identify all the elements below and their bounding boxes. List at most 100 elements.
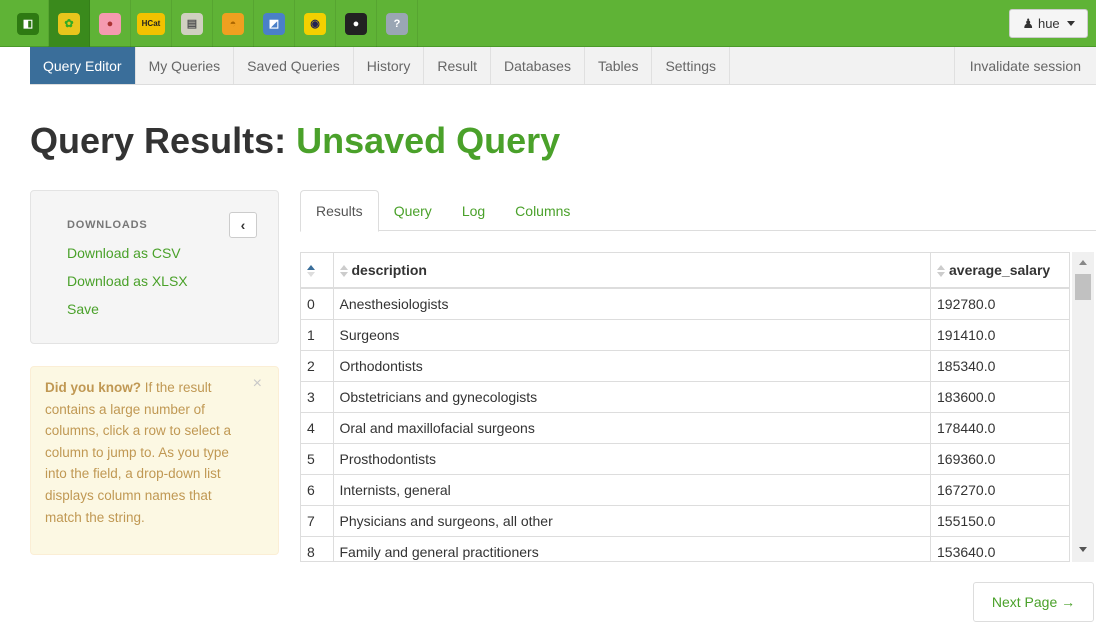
row-index-cell: 7 [301, 504, 334, 536]
row-index-cell: 0 [301, 287, 334, 319]
description-cell: Anesthesiologists [333, 287, 931, 319]
salary-cell: 155150.0 [930, 504, 1069, 536]
salary-cell: 191410.0 [930, 318, 1069, 350]
app-launcher-item[interactable]: ◧ [8, 0, 49, 47]
row-index-cell: 1 [301, 318, 334, 350]
row-index-cell: 3 [301, 380, 334, 412]
nav-item-settings[interactable]: Settings [652, 47, 731, 84]
scroll-thumb[interactable] [1075, 274, 1091, 300]
row-index-cell: 2 [301, 349, 334, 381]
nav-item-databases[interactable]: Databases [491, 47, 585, 84]
description-cell: Orthodontists [333, 349, 931, 381]
oozie-icon: ◩ [263, 12, 285, 35]
app-launcher-item[interactable]: ◉ [295, 0, 336, 47]
table-row[interactable]: 6 Internists, general 167270.0 [301, 473, 1069, 505]
tab-columns[interactable]: Columns [500, 190, 585, 231]
description-column-header[interactable]: description [333, 253, 931, 289]
caret-down-icon [1066, 21, 1075, 26]
nav-item-query-editor[interactable]: Query Editor [30, 47, 136, 84]
scroll-down-icon[interactable] [1079, 547, 1087, 552]
table-row[interactable]: 4 Oral and maxillofacial surgeons 178440.0 [301, 411, 1069, 443]
page-title: Query Results: Unsaved Query [30, 120, 560, 162]
hcat-icon: HCat [137, 12, 165, 35]
table-row[interactable]: 2 Orthodontists 185340.0 [301, 349, 1069, 381]
app-launcher-item[interactable]: ✿ [49, 0, 90, 47]
beeswax-icon: ✿ [58, 12, 80, 35]
nav-item-tables[interactable]: Tables [585, 47, 653, 84]
app-launcher-item[interactable]: ● [90, 0, 131, 47]
results-table-container: description average_salary 0 Anesthesiolo… [300, 252, 1070, 562]
nav-item-history[interactable]: History [354, 47, 425, 84]
invalidate-session-link[interactable]: Invalidate session [953, 47, 1096, 84]
salary-cell: 192780.0 [930, 287, 1069, 319]
query-name: Unsaved Query [296, 120, 561, 161]
app-launcher-item[interactable]: ● [336, 0, 377, 47]
page-title-prefix: Query Results: [30, 120, 297, 161]
downloads-panel: DOWNLOADS ‹ Download as CSV Download as … [30, 190, 279, 344]
table-row[interactable]: 5 Prosthodontists 169360.0 [301, 442, 1069, 474]
description-cell: Physicians and surgeons, all other [333, 504, 931, 536]
job-designer-icon: ◓ [222, 12, 244, 35]
index-column-header[interactable] [301, 253, 334, 289]
table-row[interactable]: 0 Anesthesiologists 192780.0 [301, 287, 1069, 319]
download-xlsx-link[interactable]: Download as XLSX [67, 273, 188, 289]
tip-body: If the result contains a large number of… [45, 380, 232, 525]
download-csv-link[interactable]: Download as CSV [67, 245, 181, 261]
description-cell: Family and general practitioners [333, 535, 931, 561]
average-salary-column-header[interactable]: average_salary [930, 253, 1069, 289]
tab-log[interactable]: Log [447, 190, 500, 231]
salary-cell: 153640.0 [930, 535, 1069, 561]
table-row[interactable]: 1 Surgeons 191410.0 [301, 318, 1069, 350]
close-icon[interactable]: × [253, 375, 262, 393]
results-table: description average_salary 0 Anesthesiolo… [301, 253, 1069, 561]
next-page-button[interactable]: Next Page → [973, 582, 1094, 622]
sort-icon [937, 265, 945, 278]
job-browser-icon: ◉ [304, 12, 326, 35]
row-index-cell: 4 [301, 411, 334, 443]
salary-cell: 183600.0 [930, 380, 1069, 412]
user-icon: ♟ [1022, 15, 1034, 31]
column-header-label: average_salary [949, 262, 1051, 278]
file-browser-icon: ▤ [181, 12, 203, 35]
tip-text: Did you know? If the result contains a l… [45, 377, 245, 528]
salary-cell: 169360.0 [930, 442, 1069, 474]
hue-logo-icon: ◧ [17, 12, 39, 35]
tab-query[interactable]: Query [379, 190, 447, 231]
salary-cell: 178440.0 [930, 411, 1069, 443]
table-scrollbar[interactable] [1072, 252, 1094, 562]
table-row[interactable]: 3 Obstetricians and gynecologists 183600.0 [301, 380, 1069, 412]
app-launcher-item[interactable]: ◓ [213, 0, 254, 47]
user-admin-icon: ● [345, 12, 367, 35]
user-name: hue [1037, 16, 1060, 31]
app-launcher-item[interactable]: ? [377, 0, 418, 47]
table-row[interactable]: 8 Family and general practitioners 153640.… [301, 535, 1069, 561]
user-menu-button[interactable]: ♟ hue [1009, 9, 1088, 38]
table-header-row: description average_salary [301, 253, 1069, 289]
tab-results[interactable]: Results [300, 190, 379, 232]
top-app-bar: ◧ ✿ ● HCat ▤ ◓ ◩ ◉ ●? ♟ hue [0, 0, 1096, 47]
table-row[interactable]: 7 Physicians and surgeons, all other 15515… [301, 504, 1069, 536]
salary-cell: 167270.0 [930, 473, 1069, 505]
nav-item-my-queries[interactable]: My Queries [136, 47, 235, 84]
sort-asc-icon [307, 265, 315, 278]
collapse-sidebar-button[interactable]: ‹ [229, 212, 257, 238]
result-tabs: Results Query Log Columns [300, 190, 1096, 232]
chevron-left-icon: ‹ [240, 217, 246, 233]
beeswax-nav: Query Editor My Queries Saved Queries Histo… [30, 47, 1096, 85]
app-launcher-item[interactable]: ◩ [254, 0, 295, 47]
app-launcher: ◧ ✿ ● HCat ▤ ◓ ◩ ◉ ●? [8, 0, 418, 47]
nav-item-result[interactable]: Result [424, 47, 492, 84]
row-index-cell: 6 [301, 473, 334, 505]
save-link[interactable]: Save [67, 301, 99, 317]
description-cell: Internists, general [333, 473, 931, 505]
app-launcher-item[interactable]: HCat [131, 0, 172, 47]
help-icon: ? [386, 12, 408, 35]
description-cell: Oral and maxillofacial surgeons [333, 411, 931, 443]
tip-title: Did you know? [45, 380, 141, 395]
scroll-up-icon[interactable] [1079, 260, 1087, 265]
nav-item-saved-queries[interactable]: Saved Queries [234, 47, 354, 84]
app-launcher-item[interactable]: ▤ [172, 0, 213, 47]
tip-box: Did you know? If the result contains a l… [30, 366, 279, 555]
salary-cell: 185340.0 [930, 349, 1069, 381]
row-index-cell: 5 [301, 442, 334, 474]
